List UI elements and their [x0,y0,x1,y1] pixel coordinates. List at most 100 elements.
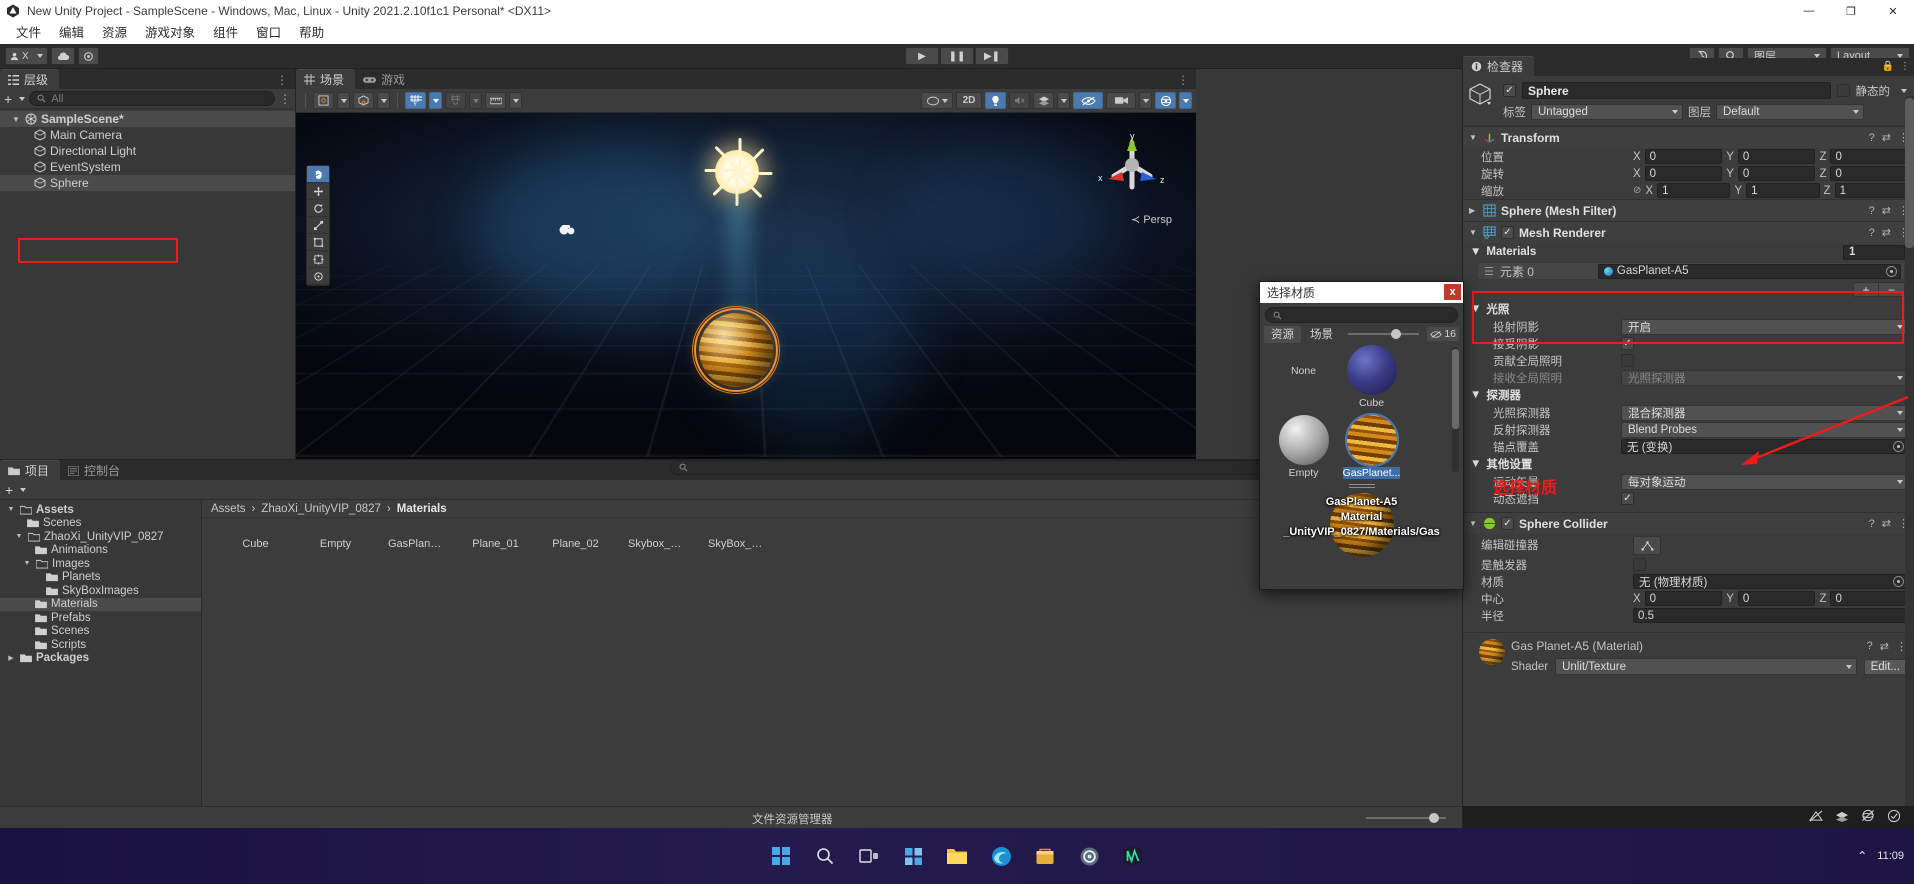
2d-toggle-button[interactable]: 2D [956,92,982,109]
taskbar-search-icon[interactable] [810,841,840,871]
object-picker-icon[interactable] [1893,441,1904,452]
cast-shadows-dropdown[interactable]: 开启 [1621,318,1908,335]
tree-item-skyboximages[interactable]: SkyBoxImages [0,584,201,598]
center-z-input[interactable]: 0 [1830,591,1909,606]
expand-triangle-icon[interactable]: ▼ [12,115,21,124]
ruler-dropdown[interactable] [509,92,522,109]
local-button[interactable] [353,92,374,109]
object-picker-icon[interactable] [1893,576,1904,587]
preset-icon[interactable]: ⇄ [1882,131,1891,144]
minimize-button[interactable]: — [1788,0,1830,22]
dialog-size-slider[interactable] [1348,329,1420,339]
scene-camera-icon[interactable] [1106,92,1136,109]
anchor-override-objectfield[interactable]: 无 (变换) [1621,439,1908,454]
move-tool-button[interactable] [307,183,329,200]
settings-button[interactable] [77,47,99,65]
close-button[interactable]: ✕ [1872,0,1914,22]
mesh-renderer-header[interactable]: ▼ ✓ Mesh Renderer ? ⇄ ⋮ [1463,222,1914,243]
expand-triangle-icon[interactable]: ▼ [22,560,32,567]
tab-game[interactable]: 游戏 [355,69,417,89]
ruler-button[interactable] [485,92,506,109]
gameobject-enabled-checkbox[interactable]: ✓ [1503,84,1516,97]
maximize-button[interactable]: ❐ [1830,0,1872,22]
other-settings-section-header[interactable]: ▼ 其他设置 [1463,455,1914,473]
collider-radius-input[interactable]: 0.5 [1633,608,1908,623]
tab-project[interactable]: 项目 [0,460,61,480]
menu-edit[interactable]: 编辑 [50,22,93,44]
rect-tool-button[interactable] [307,234,329,251]
hierarchy-menu-icon[interactable]: ⋮ [279,92,291,106]
static-checkbox[interactable] [1836,84,1850,97]
audio-mute-icon[interactable] [1009,92,1030,109]
hierarchy-item-sphere[interactable]: Sphere [0,175,295,191]
file-explorer-icon[interactable] [942,841,972,871]
dialog-tab-scene[interactable]: 场景 [1303,326,1340,343]
material-item-cube[interactable]: Cube [1339,345,1404,409]
dialog-search-input[interactable] [1265,307,1458,323]
footer-icon-4[interactable] [1887,809,1901,826]
menu-component[interactable]: 组件 [204,22,247,44]
transform-header[interactable]: ▼ Transform ? ⇄ ⋮ [1463,127,1914,148]
sphere-collider-enabled-checkbox[interactable]: ✓ [1501,517,1514,530]
rotation-x-input[interactable]: 0 [1644,166,1723,181]
tree-item-prefabs[interactable]: Prefabs [0,611,201,625]
expand-triangle-icon[interactable]: ▶ [1469,206,1478,215]
settings-gear-icon[interactable] [1074,841,1104,871]
axis-gizmo[interactable]: y x z [1096,129,1168,201]
probes-section-header[interactable]: ▼ 探测器 [1463,386,1914,404]
tray-chevron-icon[interactable]: ⌃ [1857,849,1867,863]
hierarchy-item-eventsystem[interactable]: EventSystem [0,159,295,175]
tab-scene[interactable]: 场景 [296,69,356,89]
expand-triangle-icon[interactable]: ▼ [1470,458,1481,470]
help-icon[interactable]: ? [1869,205,1875,217]
preset-icon[interactable]: ⇄ [1882,204,1891,217]
material-item-none[interactable]: None [1271,363,1336,377]
layer-dropdown[interactable]: Default [1716,104,1864,120]
lighting-section-header[interactable]: ▼ 光照 [1463,300,1914,318]
dialog-scrollbar-thumb[interactable] [1452,349,1459,429]
tab-console[interactable]: 控制台 [60,460,132,480]
menu-file[interactable]: 文件 [7,22,50,44]
rotate-tool-button[interactable] [307,200,329,217]
position-x-input[interactable]: 0 [1644,149,1723,164]
object-picker-icon[interactable] [1886,265,1897,277]
receive-shadows-checkbox[interactable]: ✓ [1621,337,1634,350]
help-icon[interactable]: ? [1867,640,1873,652]
asset-item-plane01[interactable]: Plane_01 [468,534,523,550]
constrain-proportions-icon[interactable]: ⊘ [1633,185,1641,196]
expand-triangle-icon[interactable]: ▼ [1469,519,1478,528]
material-item-gasplanet[interactable]: GasPlanet... [1339,413,1404,479]
help-icon[interactable]: ? [1869,132,1875,144]
material-element-objectfield[interactable]: GasPlanet-A5 [1597,263,1901,279]
sphere-collider-header[interactable]: ▼ ✓ Sphere Collider ? ⇄ ⋮ [1463,513,1914,534]
center-x-input[interactable]: 0 [1644,591,1723,606]
tray-clock[interactable]: 11:09 [1877,850,1904,863]
materials-count-input[interactable]: 1 [1843,244,1905,260]
expand-triangle-icon[interactable]: ▼ [1470,303,1481,315]
inspector-options-icon[interactable]: ⋮ [1900,61,1910,72]
expand-triangle-icon[interactable]: ▼ [6,506,16,513]
fx-dropdown[interactable] [1057,92,1070,109]
breadcrumb-assets[interactable]: Assets [211,503,246,515]
widgets-icon[interactable] [898,841,928,871]
light-bulb-icon[interactable] [985,92,1006,109]
help-icon[interactable]: ? [1869,518,1875,530]
tree-item-images[interactable]: ▼ Images [0,557,201,571]
expand-triangle-icon[interactable]: ▼ [1470,389,1481,401]
unity-hub-icon[interactable] [1118,841,1148,871]
contribute-gi-checkbox[interactable] [1621,354,1634,367]
dialog-tab-assets[interactable]: 资源 [1264,325,1301,343]
asset-item-skybox-ca[interactable]: Skybox_Ca... [628,534,683,550]
breadcrumb-materials[interactable]: Materials [397,503,447,515]
grid-snap-dropdown[interactable] [429,92,442,109]
tree-item-assets[interactable]: ▼ Assets [0,503,201,517]
add-material-button[interactable]: + [1853,282,1879,297]
asset-zoom-slider[interactable] [1366,812,1446,823]
is-trigger-checkbox[interactable] [1633,558,1646,571]
menu-gameobject[interactable]: 游戏对象 [136,22,204,44]
expand-triangle-icon[interactable]: ▼ [1469,133,1478,142]
transform-tool-button[interactable] [307,251,329,268]
position-y-input[interactable]: 0 [1737,149,1816,164]
menu-window[interactable]: 窗口 [247,22,290,44]
hierarchy-item-directional-light[interactable]: Directional Light [0,143,295,159]
